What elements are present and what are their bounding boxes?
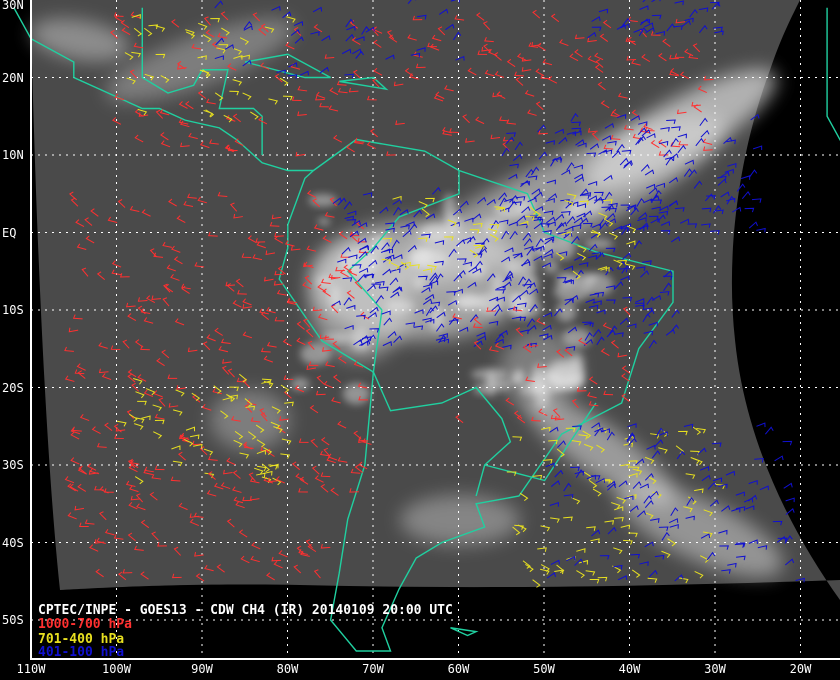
wind-barb [752,145,763,151]
wind-barb [744,207,755,213]
lon-label: 80W [276,662,299,676]
cloud [511,374,523,385]
wind-barb [785,508,795,516]
cloud [342,382,370,405]
lon-label: 50W [533,662,555,676]
cloud [411,248,433,265]
cloud [316,276,331,287]
lon-label: 100W [102,662,131,676]
lon-label: 40W [618,662,641,676]
cloud [473,383,490,395]
cloud [520,272,539,296]
map-title: CPTEC/INPE - GOES13 - CDW CH4 (IR) 20140… [38,603,453,618]
lon-label: 110W [16,662,46,676]
wind-barb [782,440,793,446]
cloud [470,368,509,381]
wind-barb [756,422,766,428]
wind-barb [748,169,758,178]
wind-barb [783,482,793,489]
lat-label: 10N [2,148,24,162]
satellite-wind-map: 110W 100W 90W 80W 70W 60W 50W 40W 30W 20W 30N 20N 10… [0,0,840,680]
legend-high-level: 401-100 hPa [38,645,125,660]
wind-barb [740,175,751,180]
cloud [413,276,425,290]
legend-low-level: 1000-700 hPa [38,617,132,632]
cloud [210,390,290,450]
lat-label: 20N [2,70,24,85]
cloud [452,293,485,309]
wind-barb [751,198,762,203]
wind-barb [748,221,758,229]
cloud [584,238,614,250]
lat-label: EQ [2,225,17,240]
lat-label: 20S [2,380,24,395]
wind-barb [785,497,795,503]
cloud [419,224,449,243]
cloud [400,495,520,545]
cloud [481,217,507,237]
cloud [491,274,505,298]
lon-label: 20W [789,662,812,676]
cloud [571,195,605,216]
wind-barb [764,426,774,435]
cloud [535,381,550,409]
cloud [300,342,332,366]
lon-label: 90W [191,662,213,676]
cloud [555,301,577,322]
cloud [290,378,310,391]
cloud [317,217,331,226]
cloud [466,262,487,279]
lon-label: 60W [447,662,470,676]
wind-barb [741,190,751,200]
lat-label: 30N [2,0,24,12]
lat-label: 40S [2,535,24,550]
lat-label: 30S [2,458,24,472]
wind-barb [774,455,784,462]
lon-label: 30W [704,662,726,676]
map-canvas [13,0,840,660]
wind-barb [756,227,766,233]
lon-label: 70W [362,662,384,676]
lat-label: 10S [2,303,24,317]
coastline [450,627,479,637]
lat-label: 50S [2,613,24,627]
